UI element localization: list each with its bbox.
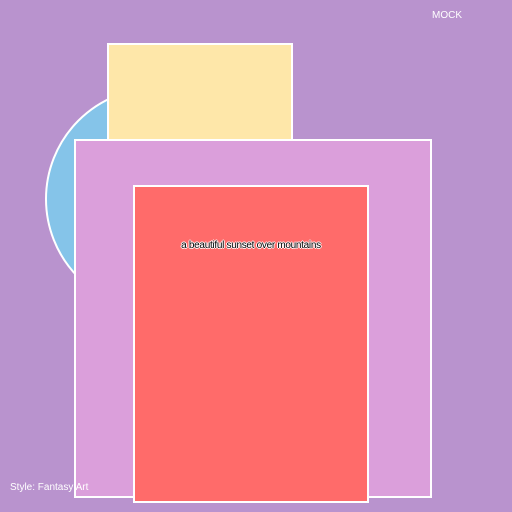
prompt-caption: a beautiful sunset over mountains [181,240,321,251]
generated-image-canvas: a beautiful sunset over mountains MOCK S… [0,0,512,512]
red-rectangle-shape [133,185,369,503]
style-label: Style: Fantasy Art [10,482,89,493]
mock-watermark: MOCK [432,10,462,21]
